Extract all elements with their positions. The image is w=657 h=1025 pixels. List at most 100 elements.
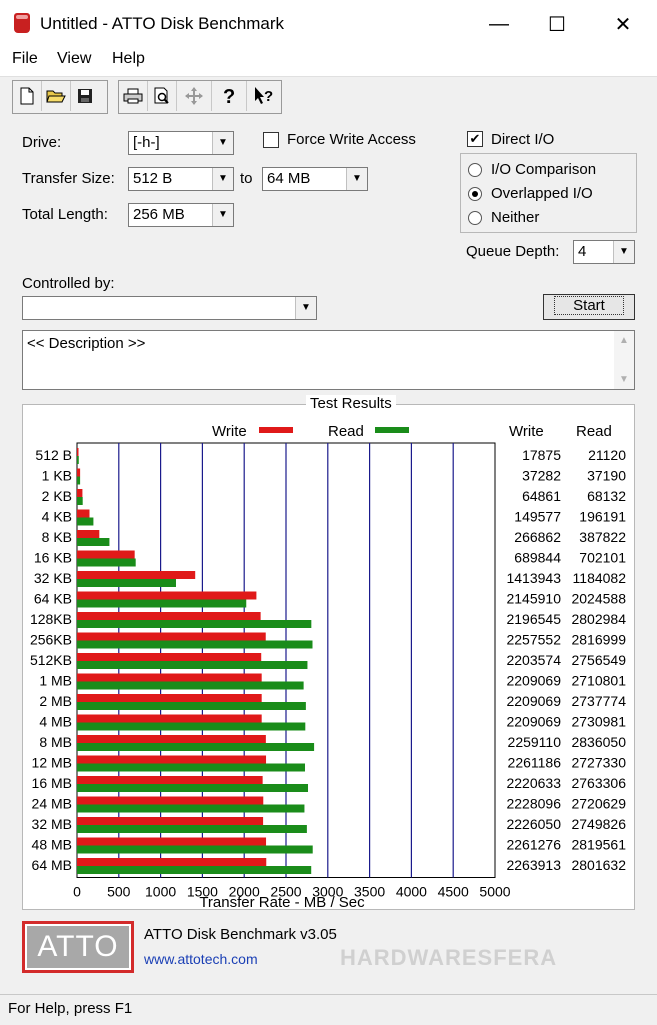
write-bar: [77, 591, 257, 600]
scroll-down-icon[interactable]: ▼: [619, 374, 629, 385]
new-icon[interactable]: [13, 81, 42, 111]
maximize-button[interactable]: ☐: [528, 0, 586, 48]
website-link[interactable]: www.attotech.com: [144, 951, 258, 967]
read-bar: [77, 661, 308, 669]
help-icon[interactable]: ?: [212, 81, 247, 111]
read-bar: [77, 804, 305, 813]
queue-depth-label: Queue Depth:: [466, 243, 560, 260]
menu-file[interactable]: File: [12, 50, 38, 68]
read-bar: [77, 599, 247, 608]
drive-select[interactable]: [-h-] ▼: [128, 131, 234, 155]
queue-depth-value: 4: [578, 243, 587, 260]
category-label: 64 MB: [32, 857, 72, 873]
write-bar: [77, 755, 267, 764]
status-bar: For Help, press F1: [0, 994, 657, 1025]
x-tick-label: 0: [73, 884, 81, 900]
write-bar: [77, 837, 267, 846]
read-value: 2024588: [571, 591, 626, 607]
chevron-down-icon: ▼: [212, 132, 233, 154]
write-value: 2261186: [508, 755, 562, 771]
category-label: 32 MB: [32, 816, 72, 832]
open-icon[interactable]: [42, 81, 71, 111]
read-bar: [77, 456, 79, 464]
write-bar: [77, 673, 262, 682]
write-bar: [77, 776, 263, 784]
read-bar: [77, 558, 136, 567]
start-button[interactable]: Start: [543, 294, 635, 320]
io-comparison-radio[interactable]: [468, 163, 482, 177]
chevron-down-icon: ▼: [212, 204, 233, 226]
category-label: 1 KB: [42, 468, 72, 484]
description-textarea[interactable]: << Description >> ▲ ▼: [22, 330, 635, 390]
close-button[interactable]: ✕: [594, 0, 652, 48]
print-icon[interactable]: [119, 81, 148, 111]
direct-io-label: Direct I/O: [491, 131, 555, 148]
write-value: 2228096: [506, 796, 561, 812]
description-scrollbar[interactable]: ▲ ▼: [614, 331, 634, 389]
category-label: 32 KB: [34, 570, 72, 586]
queue-depth-select[interactable]: 4 ▼: [573, 240, 635, 264]
category-label: 512KB: [30, 652, 72, 668]
read-value: 21120: [588, 447, 626, 463]
overlapped-io-radio[interactable]: [468, 187, 482, 201]
category-label: 2 MB: [39, 693, 72, 709]
category-label: 8 MB: [39, 734, 72, 750]
plot-area: 0 500 1000 1500 2000 2500 3000 3500 4000 4500 5000…: [30, 442, 626, 900]
transfer-size-to-select[interactable]: 64 MB ▼: [262, 167, 368, 191]
write-value: 1413943: [506, 570, 561, 586]
read-value: 2730981: [571, 714, 626, 730]
app-icon: [14, 13, 30, 33]
write-bar: [77, 489, 83, 497]
read-value: 2737774: [571, 693, 626, 709]
svg-text:?: ?: [223, 86, 235, 106]
atto-logo[interactable]: ATTO: [22, 921, 134, 973]
test-results-panel: Test Results Write Read Write Read 0 500 1…: [22, 395, 635, 910]
read-value: 2749826: [571, 816, 626, 832]
chevron-down-icon: ▼: [346, 168, 367, 190]
product-version: ATTO Disk Benchmark v3.05: [144, 926, 337, 943]
read-value: 2816999: [571, 632, 626, 648]
write-bar: [77, 509, 90, 518]
category-label: 1 MB: [39, 673, 72, 689]
category-label: 2 KB: [42, 488, 72, 504]
read-bar: [77, 825, 307, 833]
neither-radio[interactable]: [468, 211, 482, 225]
minimize-button[interactable]: —: [470, 0, 528, 48]
force-write-checkbox[interactable]: [263, 132, 279, 148]
total-length-label: Total Length:: [22, 206, 108, 223]
toolbar-tools-group: ? ?: [118, 80, 282, 114]
save-icon[interactable]: [71, 81, 99, 111]
read-value: 2756549: [571, 652, 626, 668]
direct-io-checkbox[interactable]: ✔: [467, 131, 483, 147]
total-length-select[interactable]: 256 MB ▼: [128, 203, 234, 227]
move-icon[interactable]: [177, 81, 212, 111]
write-value: 2220633: [506, 775, 561, 791]
write-bar: [77, 817, 264, 825]
read-value: 2819561: [571, 837, 626, 853]
menu-view[interactable]: View: [57, 50, 91, 68]
write-value: 64861: [522, 488, 561, 504]
write-bar: [77, 571, 196, 579]
menu-help[interactable]: Help: [112, 50, 145, 68]
transfer-size-from-select[interactable]: 512 B ▼: [128, 167, 234, 191]
write-value: 266862: [514, 529, 561, 545]
x-axis-label: Transfer Rate - MB / Sec: [199, 894, 365, 909]
read-value: 387822: [579, 529, 626, 545]
io-comparison-label: I/O Comparison: [491, 161, 597, 178]
controlled-by-select[interactable]: ▼: [22, 296, 317, 320]
write-value: 2261276: [506, 837, 561, 853]
scroll-up-icon[interactable]: ▲: [619, 335, 629, 346]
context-help-icon[interactable]: ?: [247, 81, 281, 111]
transfer-to-value: 64 MB: [267, 170, 311, 187]
legend-read-label: Read: [328, 423, 364, 440]
description-text: << Description >>: [27, 335, 146, 352]
read-bar: [77, 784, 309, 792]
category-label: 256KB: [30, 632, 72, 648]
write-value: 2263913: [506, 857, 561, 873]
read-bar: [77, 538, 110, 546]
read-bar: [77, 722, 306, 731]
write-value: 17875: [522, 447, 561, 463]
category-label: 12 MB: [32, 755, 72, 771]
read-value: 37190: [587, 468, 626, 484]
print-preview-icon[interactable]: [148, 81, 177, 111]
